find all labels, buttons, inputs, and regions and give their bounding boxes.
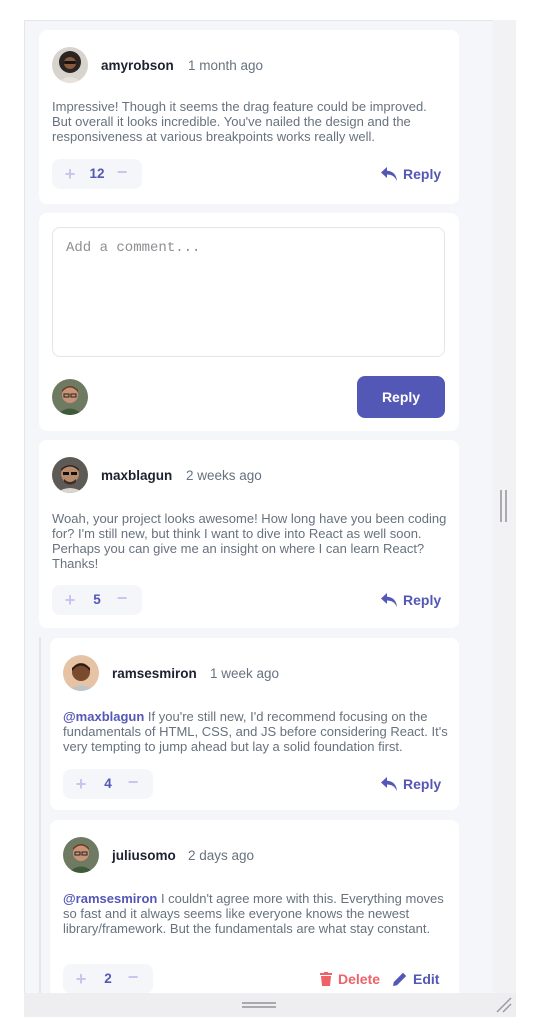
reply-icon (381, 593, 397, 607)
edit-icon (393, 972, 407, 986)
plus-icon[interactable]: + (62, 164, 78, 185)
horizontal-resize-handle[interactable] (242, 1002, 276, 1008)
reply-text: @maxblagun If you're still new, I'd reco… (63, 709, 448, 754)
reply-label: Reply (403, 592, 442, 608)
avatar (63, 837, 99, 873)
username[interactable]: maxblagun (101, 468, 172, 483)
avatar (52, 457, 88, 493)
score-control: + 4 − (63, 769, 153, 799)
comment-text: Impressive! Though it seems the drag fea… (52, 99, 427, 144)
timestamp: 1 week ago (210, 666, 280, 681)
timestamp: 2 days ago (188, 848, 255, 863)
delete-label: Delete (338, 971, 381, 987)
mention[interactable]: @ramsesmiron (63, 891, 157, 906)
reply-label: Reply (403, 166, 442, 182)
reply-icon (381, 167, 397, 181)
bottom-bar (24, 993, 516, 1017)
edit-label: Edit (413, 971, 440, 987)
comment-input[interactable] (52, 227, 445, 357)
reply-button[interactable]: Reply (381, 166, 441, 182)
reply-label: Reply (403, 776, 442, 792)
score-control: + 12 − (52, 159, 142, 189)
minus-icon[interactable]: − (125, 967, 141, 988)
edit-button[interactable]: Edit (393, 971, 439, 987)
timestamp: 1 month ago (188, 58, 264, 73)
username[interactable]: amyrobson (101, 58, 174, 73)
reply-button[interactable]: Reply (381, 592, 441, 608)
comment-card: amyrobson 1 month ago Impressive! Though… (39, 30, 459, 204)
delete-icon (320, 972, 332, 986)
score-value: 5 (93, 592, 101, 607)
score-value: 4 (104, 776, 112, 791)
avatar (52, 379, 88, 415)
reply-card: ramsesmiron 1 week ago @maxblagun If you… (50, 638, 459, 810)
send-reply-button[interactable]: Reply (357, 376, 445, 418)
score-value: 12 (89, 166, 105, 181)
minus-icon[interactable]: − (114, 588, 130, 609)
minus-icon[interactable]: − (125, 772, 141, 793)
score-value: 2 (104, 971, 112, 986)
comments-viewport: amyrobson 1 month ago Impressive! Though… (24, 20, 493, 993)
reply-icon (381, 777, 397, 791)
username[interactable]: ramsesmiron (112, 666, 197, 681)
plus-icon[interactable]: + (73, 969, 89, 990)
avatar (52, 47, 88, 83)
plus-icon[interactable]: + (73, 774, 89, 795)
thread-line (39, 637, 41, 993)
score-control: + 5 − (52, 585, 142, 615)
vertical-resize-handle[interactable] (500, 490, 507, 522)
mention[interactable]: @maxblagun (63, 709, 144, 724)
reply-button[interactable]: Reply (381, 776, 441, 792)
comment-card: maxblagun 2 weeks ago Woah, your project… (39, 440, 459, 628)
plus-icon[interactable]: + (62, 590, 78, 611)
reply-form: Reply (39, 213, 459, 431)
reply-text: @ramsesmiron I couldn't agree more with … (63, 891, 448, 936)
username[interactable]: juliusomo (112, 848, 176, 863)
minus-icon[interactable]: − (114, 162, 130, 183)
timestamp: 2 weeks ago (186, 468, 262, 483)
delete-button[interactable]: Delete (320, 971, 380, 987)
reply-card: juliusomo 2 days ago @ramsesmiron I coul… (50, 820, 459, 993)
resize-corner-icon[interactable] (495, 996, 513, 1014)
score-control: + 2 − (63, 964, 153, 993)
comment-text: Woah, your project looks awesome! How lo… (52, 511, 447, 571)
avatar (63, 655, 99, 691)
